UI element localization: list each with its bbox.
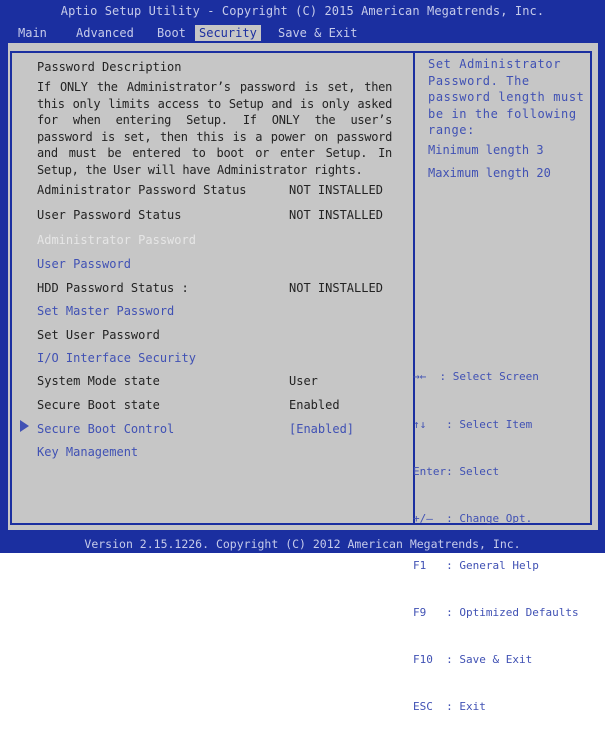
key-legend-change-opt: +/— : Change Opt. [413,511,533,525]
set-master-password-item[interactable]: Set Master Password [37,303,174,319]
admin-password-status-label: Administrator Password Status [37,183,247,197]
tab-boot[interactable]: Boot [157,25,186,41]
io-interface-security-item[interactable]: I/O Interface Security [37,350,196,366]
version-footer: Version 2.15.1226. Copyright (C) 2012 Am… [84,537,521,551]
key-management-item[interactable]: Key Management [37,444,138,460]
system-mode-state-value: User [289,374,318,388]
secure-boot-state-value: Enabled [289,398,340,412]
tab-save-exit[interactable]: Save & Exit [278,25,357,41]
tab-advanced[interactable]: Advanced [76,25,134,41]
user-password-status-value: NOT INSTALLED [289,208,383,222]
key-legend-optimized-defaults: F9 : Optimized Defaults [413,605,579,619]
key-legend-select-screen: →← : Select Screen [413,370,539,384]
tab-security[interactable]: Security [195,25,261,41]
key-legend-exit: ESC : Exit [413,700,486,714]
user-password-item[interactable]: User Password [37,256,131,272]
submenu-pointer-icon [20,420,29,432]
password-description-title: Password Description [37,60,182,74]
secure-boot-control-value[interactable]: [Enabled] [289,421,354,437]
system-mode-state-label: System Mode state [37,374,160,388]
tab-main[interactable]: Main [18,25,47,41]
administrator-password-item[interactable]: Administrator Password [37,232,196,248]
admin-password-status-value: NOT INSTALLED [289,183,383,197]
key-legend-select-item: ↑↓ : Select Item [413,417,533,431]
secure-boot-state-label: Secure Boot state [37,398,160,412]
bios-setup-screen: Aptio Setup Utility - Copyright (C) 2015… [0,0,605,713]
key-legend-save-exit: F10 : Save & Exit [413,653,533,667]
password-description-text: If ONLY the Administrator’s password is … [37,80,392,177]
menu-bar: Main Advanced Boot Security Save & Exit [0,25,605,41]
key-legend-enter: Enter: Select [413,464,500,478]
user-password-status-label: User Password Status [37,208,182,222]
hdd-password-status-value: NOT INSTALLED [289,281,383,295]
key-legend-general-help: F1 : General Help [413,558,539,572]
secure-boot-control-item[interactable]: Secure Boot Control [37,421,174,437]
set-user-password-item[interactable]: Set User Password [37,327,160,343]
help-min-length: Minimum length 3 [428,143,544,157]
help-text: Set Administrator Password. The password… [428,57,585,137]
window-title: Aptio Setup Utility - Copyright (C) 2015… [60,4,545,18]
hdd-password-status-label: HDD Password Status : [37,281,189,295]
help-max-length: Maximum length 20 [428,166,551,180]
